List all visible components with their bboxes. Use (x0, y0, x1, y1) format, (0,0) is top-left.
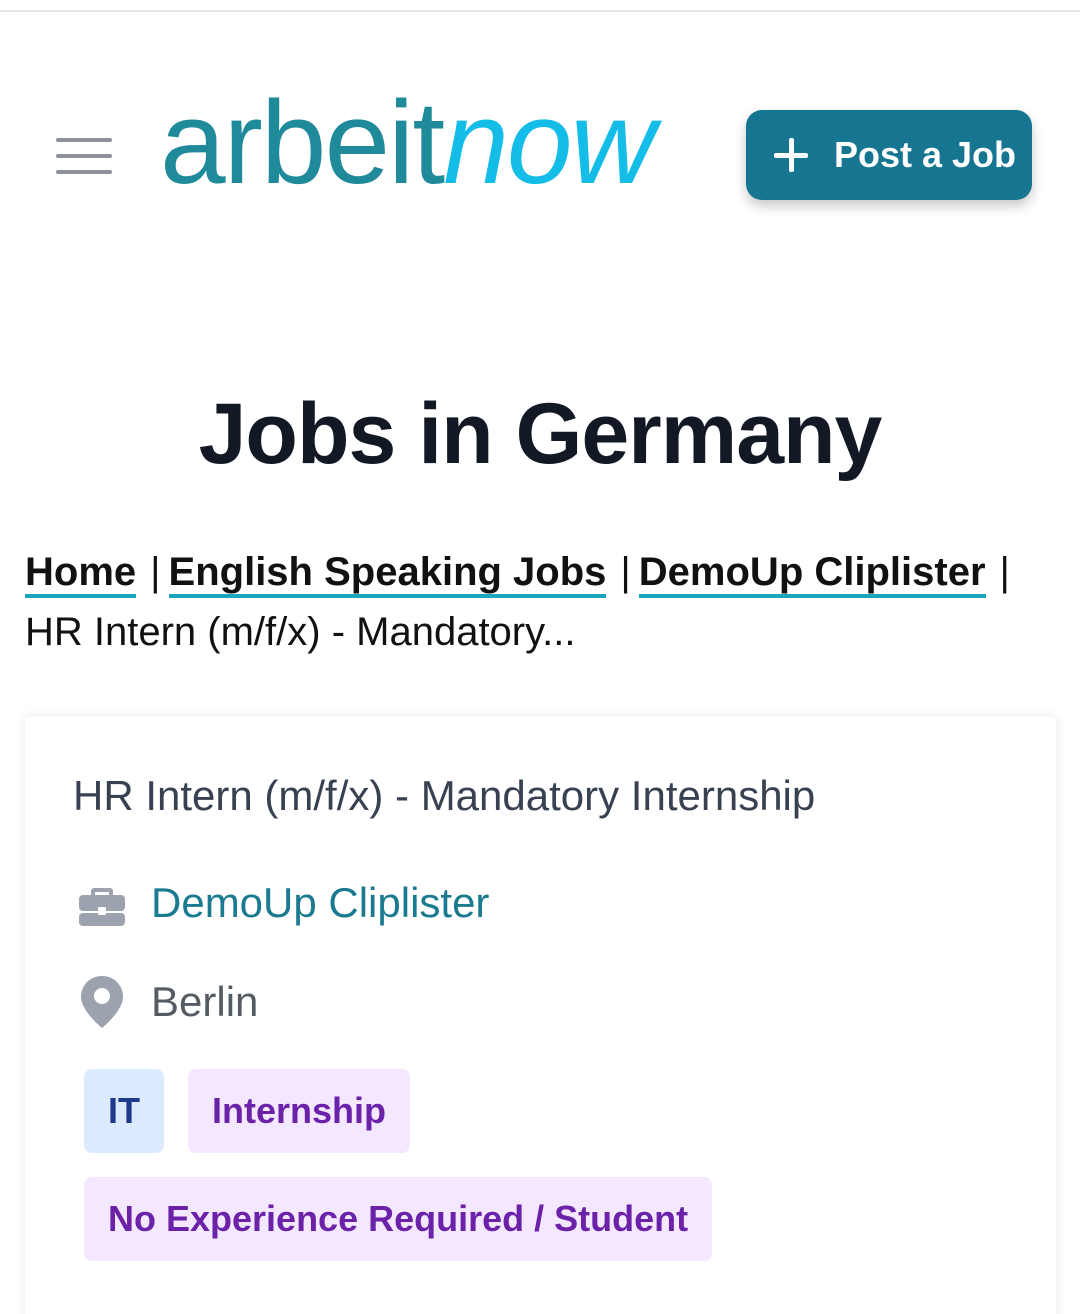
tag-it[interactable]: IT (84, 1069, 164, 1153)
company-row: DemoUp Cliplister (77, 878, 489, 928)
breadcrumb: Home | English Speaking Jobs | DemoUp Clipli… (25, 542, 1065, 662)
job-title[interactable]: HR Intern (m/f/x) - Mandatory Internship (73, 772, 815, 820)
location-text: Berlin (151, 978, 259, 1025)
page-title: Jobs in Germany (198, 386, 883, 482)
breadcrumb-english-jobs-link[interactable]: English Speaking Jobs (168, 550, 607, 598)
top-divider (0, 10, 1080, 12)
job-card: HR Intern (m/f/x) - Mandatory Internship… (25, 716, 1056, 1314)
post-a-job-button[interactable]: Post a Job (746, 110, 1032, 200)
company-link[interactable]: DemoUp Cliplister (151, 879, 489, 927)
breadcrumb-current: HR Intern (m/f/x) - Mandatory... (25, 610, 576, 654)
breadcrumb-separator: | (620, 550, 631, 594)
breadcrumb-company-link[interactable]: DemoUp Cliplister (638, 550, 986, 598)
location-row: Berlin (79, 974, 258, 1030)
breadcrumb-home-link[interactable]: Home (25, 550, 137, 598)
tag-internship[interactable]: Internship (188, 1069, 411, 1153)
map-pin-icon (81, 976, 123, 1028)
plus-icon (774, 138, 808, 172)
logo[interactable]: arbeitnow (160, 77, 656, 209)
breadcrumb-separator: | (999, 550, 1010, 594)
hamburger-menu-icon[interactable] (56, 138, 112, 178)
page: arbeitnow Post a Job Jobs in Germany Hom… (0, 0, 1080, 1314)
logo-part-arbeit: arbeit (160, 77, 445, 209)
briefcase-icon (79, 888, 125, 926)
breadcrumb-separator: | (150, 550, 161, 594)
tag-no-experience[interactable]: No Experience Required / Student (84, 1177, 713, 1261)
logo-part-now: now (443, 77, 655, 209)
post-a-job-label: Post a Job (834, 134, 1017, 175)
